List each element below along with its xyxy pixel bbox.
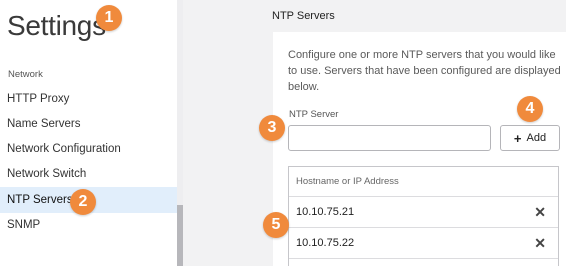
server-address: 10.10.75.21 xyxy=(296,206,355,218)
sidebar-scrollbar-thumb[interactable] xyxy=(177,205,183,266)
ntp-server-input[interactable] xyxy=(288,125,491,151)
section-header: NTP Servers xyxy=(272,10,335,22)
section-label-network: Network xyxy=(8,69,43,80)
sidebar: Settings Network HTTP Proxy Name Servers… xyxy=(0,0,183,266)
callout-badge-5: 5 xyxy=(263,212,289,238)
callout-badge-4: 4 xyxy=(517,96,543,122)
add-button-label: Add xyxy=(526,132,547,144)
sidebar-item-snmp[interactable]: SNMP xyxy=(0,212,177,238)
table-header: Hostname or IP Address xyxy=(289,167,558,197)
sidebar-item-network-configuration[interactable]: Network Configuration xyxy=(0,136,177,162)
sidebar-item-network-switch[interactable]: Network Switch xyxy=(0,161,177,187)
sidebar-item-name-servers[interactable]: Name Servers xyxy=(0,111,177,137)
page-title: Settings xyxy=(7,10,106,41)
table-row: 10.10.75.22 ✕ xyxy=(289,228,558,259)
callout-badge-1: 1 xyxy=(96,5,122,31)
callout-badge-3: 3 xyxy=(259,115,285,141)
close-icon[interactable]: ✕ xyxy=(534,197,546,228)
sidebar-item-http-proxy[interactable]: HTTP Proxy xyxy=(0,86,177,112)
callout-badge-2: 2 xyxy=(70,189,96,215)
ntp-servers-table: Hostname or IP Address 10.10.75.21 ✕ 10.… xyxy=(288,166,559,266)
description-text: Configure one or more NTP servers that y… xyxy=(288,49,561,93)
table-row: 10.10.75.21 ✕ xyxy=(289,197,558,228)
add-button[interactable]: + Add xyxy=(500,125,560,151)
ntp-server-label: NTP Server xyxy=(289,109,339,120)
server-address: 10.10.75.22 xyxy=(296,237,355,249)
plus-icon: + xyxy=(513,130,522,146)
close-icon[interactable]: ✕ xyxy=(534,228,546,259)
